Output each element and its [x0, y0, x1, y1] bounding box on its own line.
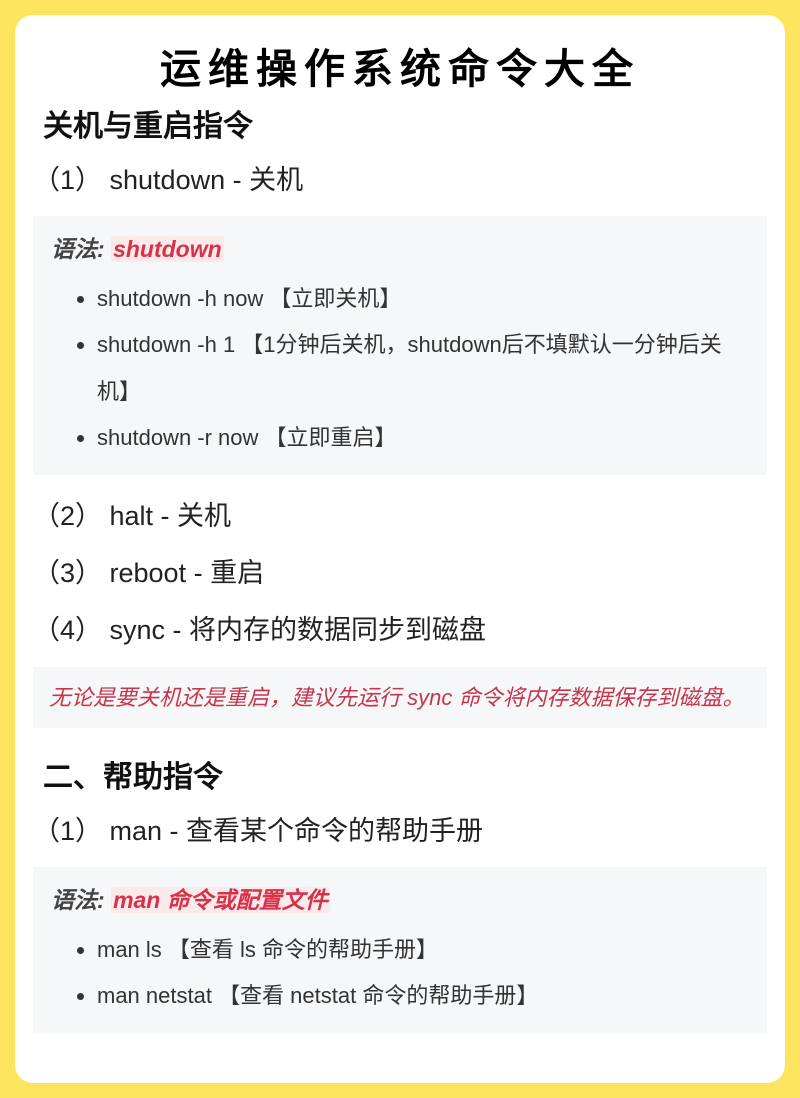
- section-heading-help: 二、帮助指令: [43, 752, 767, 796]
- syntax-command: man 命令或配置文件: [111, 887, 330, 913]
- syntax-bullet: shutdown -r now 【立即重启】: [97, 415, 749, 461]
- note-text: 无论是要关机还是重启，建议先运行 sync 命令将内存数据保存到磁盘。: [49, 681, 751, 714]
- page-container: 运维操作系统命令大全 关机与重启指令 （1） shutdown - 关机 语法:…: [15, 15, 785, 1083]
- cmd-item-halt: （2） halt - 关机: [33, 495, 767, 538]
- syntax-label: 语法: man 命令或配置文件: [51, 881, 749, 915]
- cmd-item-man: （1） man - 查看某个命令的帮助手册: [33, 810, 767, 853]
- page-title: 运维操作系统命令大全: [33, 35, 767, 95]
- syntax-bullet: man ls 【查看 ls 命令的帮助手册】: [97, 927, 749, 973]
- syntax-label-text: 语法:: [51, 236, 111, 262]
- syntax-command: shutdown: [111, 236, 224, 262]
- syntax-label: 语法: shutdown: [51, 230, 749, 264]
- syntax-bullet: shutdown -h now 【立即关机】: [97, 276, 749, 322]
- syntax-label-text: 语法:: [51, 887, 111, 913]
- syntax-bullet-list: shutdown -h now 【立即关机】 shutdown -h 1 【1分…: [51, 276, 749, 461]
- cmd-item-sync: （4） sync - 将内存的数据同步到磁盘: [33, 609, 767, 652]
- section-heading-shutdown: 关机与重启指令: [43, 101, 767, 145]
- syntax-bullet: man netstat 【查看 netstat 命令的帮助手册】: [97, 973, 749, 1019]
- syntax-box-man: 语法: man 命令或配置文件 man ls 【查看 ls 命令的帮助手册】 m…: [33, 867, 767, 1033]
- syntax-bullet: shutdown -h 1 【1分钟后关机，shutdown后不填默认一分钟后关…: [97, 322, 749, 414]
- cmd-item-reboot: （3） reboot - 重启: [33, 552, 767, 595]
- syntax-box-shutdown: 语法: shutdown shutdown -h now 【立即关机】 shut…: [33, 216, 767, 475]
- cmd-item-shutdown: （1） shutdown - 关机: [33, 159, 767, 202]
- syntax-bullet-list: man ls 【查看 ls 命令的帮助手册】 man netstat 【查看 n…: [51, 927, 749, 1019]
- note-box: 无论是要关机还是重启，建议先运行 sync 命令将内存数据保存到磁盘。: [33, 667, 767, 728]
